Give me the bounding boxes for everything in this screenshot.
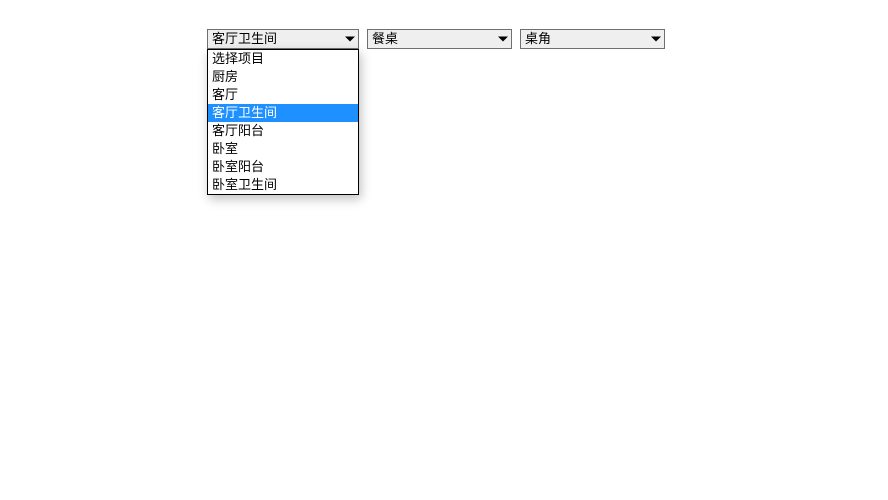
dropdown-item[interactable]: 客厅卫生间 — [208, 104, 358, 122]
dropdown-item[interactable]: 选择项目 — [208, 50, 358, 68]
chevron-down-icon — [651, 37, 661, 42]
chevron-down-icon — [498, 37, 508, 42]
select-row: 客厅卫生间 餐桌 桌角 — [207, 29, 665, 49]
select-furniture[interactable]: 餐桌 — [367, 29, 512, 49]
select-room-dropdown[interactable]: 选择项目厨房客厅客厅卫生间客厅阳台卧室卧室阳台卧室卫生间 — [207, 49, 359, 195]
dropdown-item[interactable]: 卧室卫生间 — [208, 176, 358, 194]
dropdown-item[interactable]: 客厅阳台 — [208, 122, 358, 140]
select-part-value: 桌角 — [525, 31, 551, 46]
select-room[interactable]: 客厅卫生间 — [207, 29, 359, 49]
chevron-down-icon — [345, 37, 355, 42]
dropdown-item[interactable]: 厨房 — [208, 68, 358, 86]
select-part[interactable]: 桌角 — [520, 29, 665, 49]
dropdown-item[interactable]: 卧室 — [208, 140, 358, 158]
dropdown-item[interactable]: 卧室阳台 — [208, 158, 358, 176]
select-room-value: 客厅卫生间 — [212, 31, 277, 46]
dropdown-item[interactable]: 客厅 — [208, 86, 358, 104]
select-furniture-value: 餐桌 — [372, 31, 398, 46]
